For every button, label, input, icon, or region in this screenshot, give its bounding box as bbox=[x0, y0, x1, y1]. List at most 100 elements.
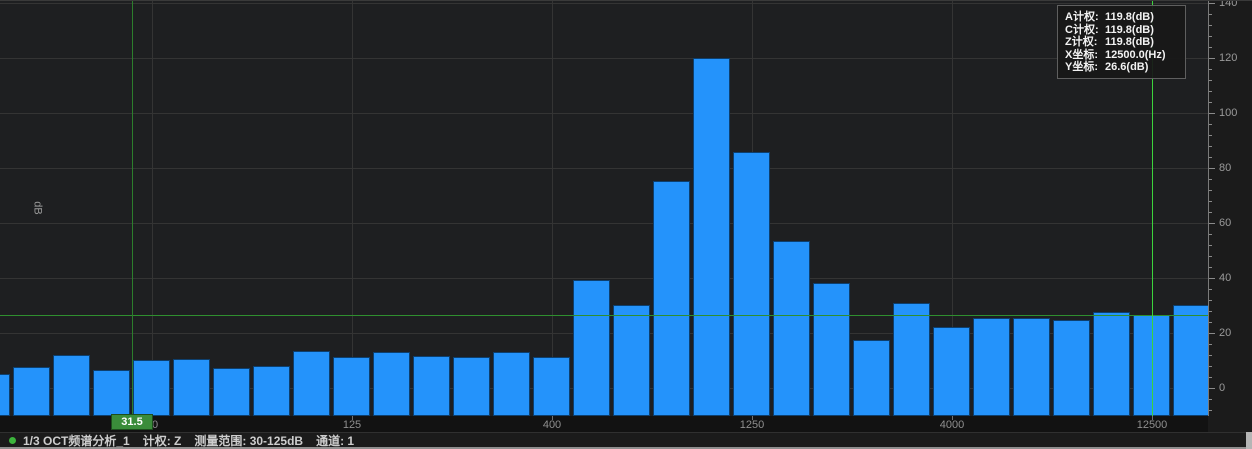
y-axis: 020406080100120140 bbox=[1208, 1, 1252, 416]
y-tick bbox=[1209, 322, 1212, 323]
gridline-horizontal bbox=[0, 223, 1208, 224]
a-weighting-value: 119.8(dB) bbox=[1105, 11, 1154, 24]
spectrum-bar[interactable] bbox=[933, 327, 970, 416]
y-tick bbox=[1209, 80, 1212, 81]
z-weighting-value: 119.8(dB) bbox=[1105, 36, 1154, 49]
spectrum-bar[interactable] bbox=[53, 355, 90, 416]
spectrum-bar[interactable] bbox=[293, 351, 330, 416]
channel-info: 通道: 1 bbox=[316, 432, 354, 449]
c-weighting-label: C计权: bbox=[1065, 24, 1105, 37]
gridline-vertical bbox=[552, 1, 553, 416]
spectrum-bar[interactable] bbox=[613, 305, 650, 416]
gridline-horizontal bbox=[0, 278, 1208, 279]
y-tick bbox=[1209, 168, 1215, 169]
tooltip-row: C计权: 119.8(dB) bbox=[1065, 24, 1185, 37]
spectrum-bar[interactable] bbox=[813, 283, 850, 416]
spectrum-bar[interactable] bbox=[333, 357, 370, 416]
spectrum-bar[interactable] bbox=[493, 352, 530, 416]
gridline-horizontal bbox=[0, 168, 1208, 169]
spectrum-bar[interactable] bbox=[93, 370, 130, 416]
spectrum-bar[interactable] bbox=[413, 356, 450, 416]
y-tick bbox=[1209, 179, 1212, 180]
x-tick-label: 125 bbox=[343, 419, 361, 431]
spectrum-bar[interactable] bbox=[773, 241, 810, 416]
y-tick-label: 40 bbox=[1219, 272, 1231, 284]
spectrum-bar[interactable] bbox=[733, 152, 770, 416]
y-tick bbox=[1209, 410, 1212, 411]
y-tick bbox=[1209, 25, 1212, 26]
measurement-title: 1/3 OCT频谱分析_1 bbox=[23, 432, 130, 449]
y-axis-unit-label: dB bbox=[32, 201, 44, 214]
spectrum-bar[interactable] bbox=[133, 360, 170, 416]
spectrum-bar[interactable] bbox=[573, 280, 610, 416]
y-tick bbox=[1209, 366, 1212, 367]
x-coordinate-value: 12500.0(Hz) bbox=[1105, 49, 1166, 62]
y-tick bbox=[1209, 201, 1212, 202]
y-tick bbox=[1209, 58, 1215, 59]
gridline-vertical bbox=[152, 1, 153, 416]
spectrum-bar[interactable] bbox=[13, 367, 50, 416]
y-tick bbox=[1209, 300, 1212, 301]
y-tick bbox=[1209, 289, 1212, 290]
range-info: 测量范围: 30-125dB bbox=[194, 432, 303, 449]
y-tick bbox=[1209, 377, 1212, 378]
spectrum-bar[interactable] bbox=[1053, 320, 1090, 416]
spectrum-bar[interactable] bbox=[533, 357, 570, 416]
y-tick bbox=[1209, 245, 1212, 246]
y-tick bbox=[1209, 113, 1215, 114]
c-weighting-value: 119.8(dB) bbox=[1105, 24, 1154, 37]
y-tick-label: 80 bbox=[1219, 162, 1231, 174]
y-coordinate-label: Y坐标: bbox=[1065, 61, 1105, 74]
spectrum-bar[interactable] bbox=[373, 352, 410, 416]
tooltip-row: Z计权: 119.8(dB) bbox=[1065, 36, 1185, 49]
spectrum-bar[interactable] bbox=[213, 368, 250, 416]
x-tick-label: 12500 bbox=[1137, 419, 1168, 431]
crosshair-horizontal-line bbox=[0, 315, 1208, 316]
y-tick bbox=[1209, 234, 1212, 235]
x-coordinate-label: X坐标: bbox=[1065, 49, 1105, 62]
y-tick bbox=[1209, 36, 1212, 37]
z-weighting-label: Z计权: bbox=[1065, 36, 1105, 49]
y-tick bbox=[1209, 3, 1215, 4]
spectrum-bar[interactable] bbox=[893, 303, 930, 416]
spectrum-bar[interactable] bbox=[653, 181, 690, 416]
y-tick bbox=[1209, 91, 1212, 92]
y-tick bbox=[1209, 223, 1215, 224]
spectrum-bar[interactable] bbox=[0, 374, 10, 416]
y-tick bbox=[1209, 146, 1212, 147]
spectrum-bar[interactable] bbox=[1093, 312, 1130, 416]
y-tick bbox=[1209, 333, 1215, 334]
marker-vertical-line bbox=[132, 1, 133, 416]
y-tick bbox=[1209, 14, 1212, 15]
spectrum-bar[interactable] bbox=[1173, 305, 1208, 416]
y-tick bbox=[1209, 124, 1212, 125]
spectrum-bar[interactable] bbox=[253, 366, 290, 416]
tooltip-row: Y坐标: 26.6(dB) bbox=[1065, 61, 1185, 74]
status-bar: 1/3 OCT频谱分析_1 计权: Z 测量范围: 30-125dB 通道: 1 bbox=[0, 432, 1252, 447]
spectrum-bar[interactable] bbox=[173, 359, 210, 416]
y-tick bbox=[1209, 135, 1212, 136]
y-coordinate-value: 26.6(dB) bbox=[1105, 61, 1148, 74]
y-tick bbox=[1209, 256, 1212, 257]
spectrum-bar[interactable] bbox=[1013, 318, 1050, 416]
y-tick bbox=[1209, 190, 1212, 191]
y-tick-label: 60 bbox=[1219, 217, 1231, 229]
spectrum-bar[interactable] bbox=[693, 58, 730, 416]
spectrum-bar[interactable] bbox=[973, 318, 1010, 416]
gridline-horizontal bbox=[0, 3, 1208, 4]
readout-tooltip: A计权: 119.8(dB) C计权: 119.8(dB) Z计权: 119.8… bbox=[1057, 5, 1186, 79]
scrollbar-corner[interactable] bbox=[1246, 432, 1252, 449]
cursor-frequency-badge: 31.5 bbox=[112, 415, 152, 429]
y-tick bbox=[1209, 69, 1212, 70]
gridline-horizontal bbox=[0, 113, 1208, 114]
spectrum-chart[interactable] bbox=[0, 1, 1208, 416]
x-tick-label: 1250 bbox=[740, 419, 764, 431]
spectrum-bar[interactable] bbox=[853, 340, 890, 416]
running-indicator-icon bbox=[9, 437, 16, 444]
y-tick bbox=[1209, 47, 1212, 48]
a-weighting-label: A计权: bbox=[1065, 11, 1105, 24]
x-tick-label: 4000 bbox=[940, 419, 964, 431]
spectrum-analyzer-window: 31.5 401254001250400012500 0204060801001… bbox=[0, 0, 1252, 449]
spectrum-bar[interactable] bbox=[453, 357, 490, 416]
y-tick bbox=[1209, 267, 1212, 268]
